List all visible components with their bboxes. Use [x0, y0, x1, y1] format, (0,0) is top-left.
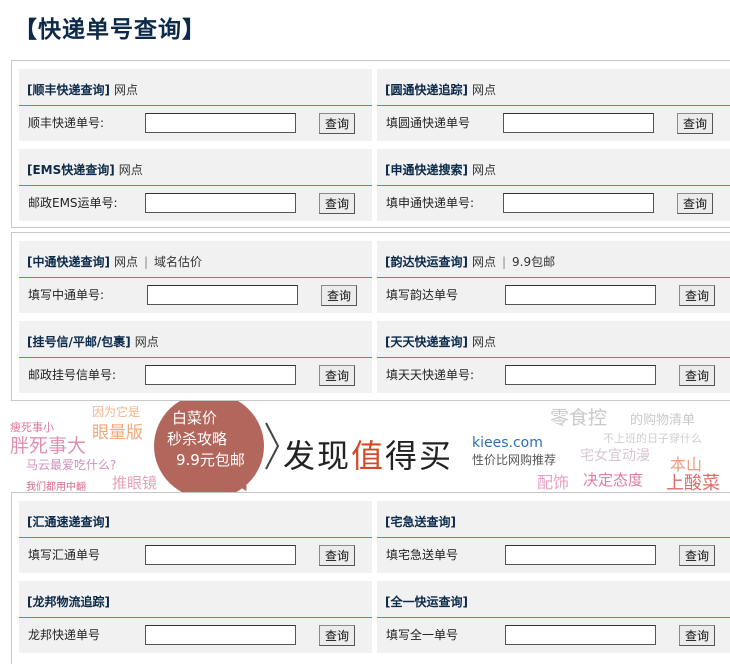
card-shentong: [申通快递搜索] 网点 填申通快递单号: 查询 [377, 149, 730, 221]
domain-appraisal-link[interactable]: 域名估价 [154, 255, 202, 269]
banner-slogan: 发现值得买 [283, 437, 454, 475]
field-label: 填写韵达单号 [386, 288, 459, 302]
banner-word: 马云最爱吃什么? [26, 458, 117, 472]
card-title[interactable]: [龙邦物流追踪] [27, 595, 110, 609]
banner-word: 推眼镜 [112, 474, 158, 492]
field-label: 填写全一单号 [386, 628, 459, 642]
shentong-tracking-input[interactable] [503, 193, 654, 213]
card-title[interactable]: [韵达快运查询] [385, 255, 468, 269]
query-button[interactable]: 查询 [321, 285, 357, 306]
field-label: 填写汇通单号 [28, 548, 101, 562]
registered-mail-tracking-input[interactable] [145, 365, 296, 385]
free-shipping-link[interactable]: 9.9包邮 [512, 255, 555, 269]
field-label: 填天天快递单号: [386, 368, 475, 382]
card-title[interactable]: [圆通快递追踪] [385, 83, 468, 97]
card-tiantian: [天天快递查询] 网点 填天天快递单号: 查询 [377, 321, 730, 393]
outlets-link[interactable]: 网点 [114, 83, 138, 97]
outlets-link[interactable]: 网点 [114, 255, 138, 269]
card-title[interactable]: [宅急送查询] [385, 515, 456, 529]
banner-word: 眼量版 [92, 423, 143, 443]
huitong-tracking-input[interactable] [145, 545, 296, 565]
courier-group-2: [中通快递查询] 网点 | 域名估价 填写中通单号: 查询 [韵达快运查询] 网点 | 9.… [11, 232, 730, 401]
ems-tracking-input[interactable] [145, 193, 296, 213]
bubble-text: 白菜价 [172, 409, 218, 427]
card-title[interactable]: [中通快递查询] [27, 255, 110, 269]
banner-word: 的购物清单 [630, 413, 696, 428]
query-button[interactable]: 查询 [679, 625, 715, 646]
card-yuantong: [圆通快递追踪] 网点 填圆通快递单号 查询 [377, 69, 730, 141]
page-title: 【快递单号查询】 [14, 16, 206, 43]
card-zhaijisong: [宅急送查询] 填宅急送单号 查询 [377, 501, 730, 573]
card-title[interactable]: [顺丰快递查询] [27, 83, 110, 97]
card-yunda: [韵达快运查询] 网点 | 9.9包邮 填写韵达单号 查询 [377, 241, 730, 313]
longbang-tracking-input[interactable] [145, 625, 296, 645]
card-longbang: [龙邦物流追踪] 龙邦快递单号 查询 [19, 581, 372, 653]
quanyi-tracking-input[interactable] [505, 625, 656, 645]
outlets-link[interactable]: 网点 [135, 335, 159, 349]
field-label: 邮政EMS运单号: [28, 196, 118, 210]
banner-word: 决定态度 [583, 471, 644, 489]
bubble-text: 秒杀攻略 [167, 430, 228, 448]
banner-word: 配饰 [537, 473, 570, 492]
banner-tagline: 性价比网购推荐 [472, 453, 557, 467]
query-button[interactable]: 查询 [319, 545, 355, 566]
query-button[interactable]: 查询 [679, 285, 715, 306]
query-button[interactable]: 查询 [677, 193, 713, 214]
outlets-link[interactable]: 网点 [472, 83, 496, 97]
card-registered-mail: [挂号信/平邮/包裹] 网点 邮政挂号信单号: 查询 [19, 321, 372, 393]
query-button[interactable]: 查询 [319, 193, 355, 214]
query-button[interactable]: 查询 [679, 545, 715, 566]
zhongtong-tracking-input[interactable] [147, 285, 298, 305]
field-label: 龙邦快递单号 [28, 628, 101, 642]
card-title[interactable]: [汇通速递查询] [27, 515, 110, 529]
outlets-link[interactable]: 网点 [472, 335, 496, 349]
yunda-tracking-input[interactable] [505, 285, 656, 305]
separator: | [144, 255, 149, 269]
card-title[interactable]: [申通快递搜索] [385, 163, 468, 177]
field-label: 填圆通快递单号 [386, 116, 471, 130]
shunfeng-tracking-input[interactable] [145, 113, 296, 133]
field-label: 填宅急送单号 [386, 548, 459, 562]
query-button[interactable]: 查询 [319, 625, 355, 646]
brush-stroke-icon [265, 422, 280, 470]
zhaijisong-tracking-input[interactable] [505, 545, 656, 565]
field-label: 填申通快递单号: [386, 196, 475, 210]
card-title[interactable]: [天天快递查询] [385, 335, 468, 349]
outlets-link[interactable]: 网点 [472, 163, 496, 177]
query-button[interactable]: 查询 [319, 113, 355, 134]
card-title[interactable]: [全一快运查询] [385, 595, 468, 609]
separator: | [502, 255, 507, 269]
card-ems: [EMS快递查询] 网点 邮政EMS运单号: 查询 [19, 149, 372, 221]
yuantong-tracking-input[interactable] [503, 113, 654, 133]
query-button[interactable]: 查询 [319, 365, 355, 386]
promo-banner[interactable]: 瘦死事小 胖死事大 因为它是 眼量版 马云最爱吃什么? 我们都用中翻 推眼镜 白… [0, 401, 730, 492]
card-shunfeng: [顺丰快递查询] 网点 顺丰快递单号: 查询 [19, 69, 372, 141]
card-title[interactable]: [EMS快递查询] [27, 163, 115, 177]
banner-word: 零食控 [550, 407, 608, 429]
field-label: 顺丰快递单号: [28, 116, 105, 130]
banner-word: 胖死事大 [10, 435, 87, 457]
banner-word: 上酸菜 [666, 473, 720, 492]
bubble-text: 9.9元包邮 [176, 451, 245, 469]
banner-word: 宅女宜动漫 [580, 448, 650, 464]
card-title[interactable]: [挂号信/平邮/包裹] [27, 335, 131, 349]
outlets-link[interactable]: 网点 [119, 163, 143, 177]
query-button[interactable]: 查询 [679, 365, 715, 386]
banner-word: 我们都用中翻 [26, 482, 86, 492]
banner-word: 不上班的日子穿什么 [603, 432, 702, 445]
banner-domain: kiees.com [472, 435, 543, 451]
field-label: 填写中通单号: [28, 288, 105, 302]
outlets-link[interactable]: 网点 [472, 255, 496, 269]
courier-group-3: [汇通速递查询] 填写汇通单号 查询 [宅急送查询] 填宅急送单号 查询 [龙邦… [11, 492, 730, 664]
query-button[interactable]: 查询 [677, 113, 713, 134]
field-label: 邮政挂号信单号: [28, 368, 117, 382]
courier-group-1: [顺丰快递查询] 网点 顺丰快递单号: 查询 [圆通快递追踪] 网点 填圆通快递单号… [11, 60, 730, 228]
card-huitong: [汇通速递查询] 填写汇通单号 查询 [19, 501, 372, 573]
card-zhongtong: [中通快递查询] 网点 | 域名估价 填写中通单号: 查询 [19, 241, 372, 313]
tiantian-tracking-input[interactable] [505, 365, 656, 385]
card-quanyi: [全一快运查询] 填写全一单号 查询 [377, 581, 730, 653]
